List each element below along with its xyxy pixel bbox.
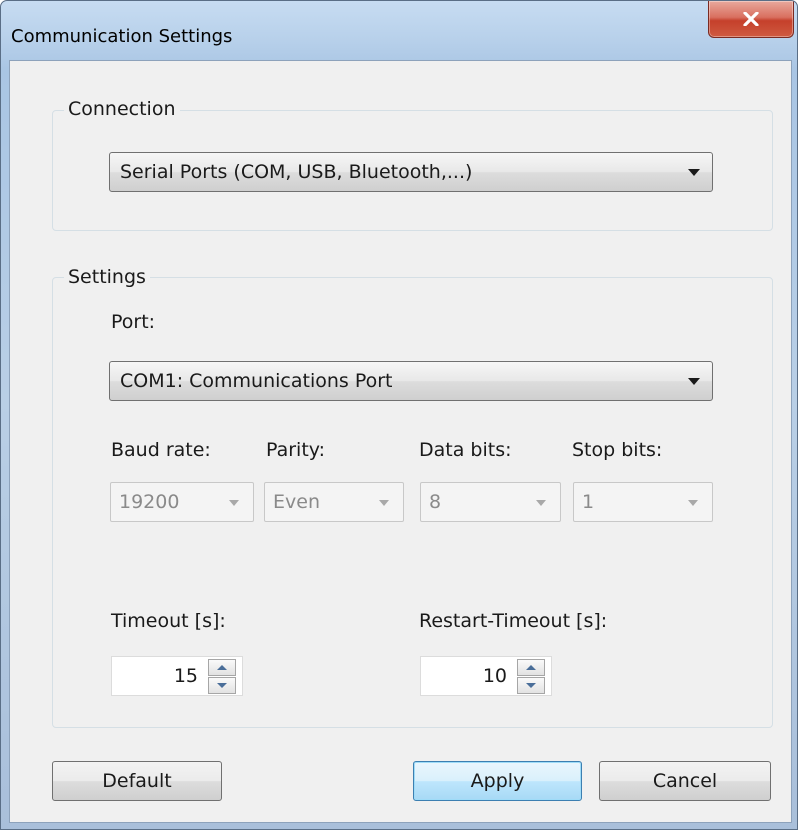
timeout-decrement-button[interactable] xyxy=(208,677,236,694)
chevron-down-icon xyxy=(229,500,239,506)
restart-timeout-increment-button[interactable] xyxy=(517,659,545,676)
arrow-up-icon xyxy=(526,665,536,670)
stop-bits-dropdown[interactable]: 1 xyxy=(573,482,713,522)
timeout-label: Timeout [s]: xyxy=(111,610,226,632)
chevron-down-icon xyxy=(536,500,546,506)
chevron-down-icon xyxy=(688,169,700,176)
connection-type-value: Serial Ports (COM, USB, Bluetooth,...) xyxy=(120,161,473,183)
close-icon xyxy=(743,12,759,26)
dialog-window: Communication Settings Connection Serial… xyxy=(0,0,798,830)
port-value: COM1: Communications Port xyxy=(120,370,393,392)
connection-type-dropdown[interactable]: Serial Ports (COM, USB, Bluetooth,...) xyxy=(109,152,713,192)
data-bits-dropdown[interactable]: 8 xyxy=(420,482,561,522)
parity-label: Parity: xyxy=(266,439,326,461)
arrow-down-icon xyxy=(526,683,536,688)
timeout-stepper[interactable]: 15 xyxy=(111,656,243,696)
arrow-up-icon xyxy=(217,665,227,670)
data-bits-value: 8 xyxy=(429,491,442,513)
baud-rate-dropdown[interactable]: 19200 xyxy=(110,482,254,522)
restart-timeout-label: Restart-Timeout [s]: xyxy=(419,610,608,632)
stop-bits-label: Stop bits: xyxy=(572,439,663,461)
timeout-value: 15 xyxy=(173,665,198,687)
title-bar: Communication Settings xyxy=(1,1,797,61)
parity-value: Even xyxy=(273,491,320,513)
window-title: Communication Settings xyxy=(11,26,233,47)
timeout-increment-button[interactable] xyxy=(208,659,236,676)
port-dropdown[interactable]: COM1: Communications Port xyxy=(109,361,713,401)
arrow-down-icon xyxy=(217,683,227,688)
chevron-down-icon xyxy=(688,378,700,385)
baud-rate-value: 19200 xyxy=(119,491,180,513)
port-label: Port: xyxy=(111,311,156,333)
parity-dropdown[interactable]: Even xyxy=(264,482,404,522)
chevron-down-icon xyxy=(379,500,389,506)
connection-legend: Connection xyxy=(64,98,180,120)
restart-timeout-decrement-button[interactable] xyxy=(517,677,545,694)
close-button[interactable] xyxy=(708,1,794,38)
cancel-button[interactable]: Cancel xyxy=(599,761,771,801)
data-bits-label: Data bits: xyxy=(419,439,512,461)
baud-rate-label: Baud rate: xyxy=(111,439,211,461)
chevron-down-icon xyxy=(688,500,698,506)
apply-button[interactable]: Apply xyxy=(413,761,582,801)
restart-timeout-stepper[interactable]: 10 xyxy=(420,656,552,696)
stop-bits-value: 1 xyxy=(582,491,595,513)
default-button[interactable]: Default xyxy=(52,761,222,801)
restart-timeout-value: 10 xyxy=(482,665,507,687)
dialog-client-area: Connection Serial Ports (COM, USB, Bluet… xyxy=(9,60,792,823)
settings-legend: Settings xyxy=(64,266,150,288)
